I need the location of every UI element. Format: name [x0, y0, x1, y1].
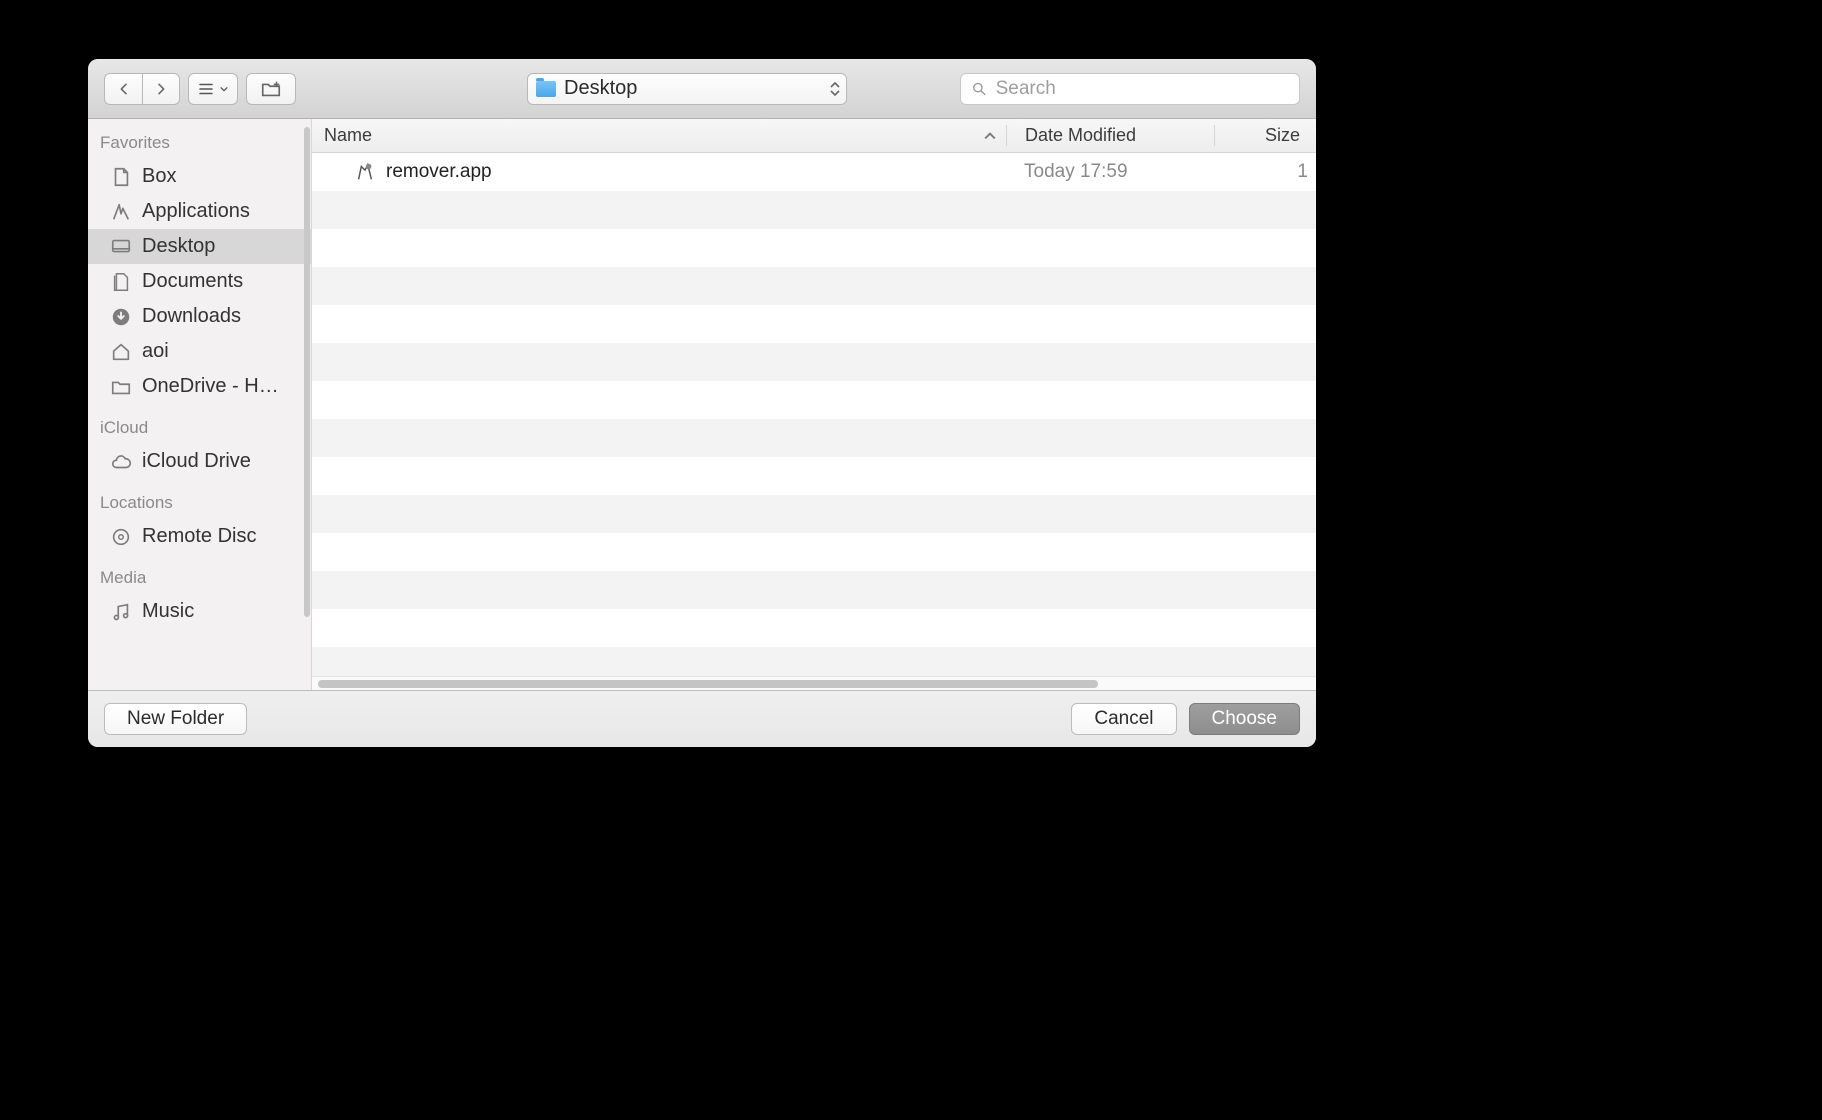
empty-row	[312, 305, 1316, 343]
sidebar-section-title: Locations	[88, 479, 311, 519]
sidebar-item-label: OneDrive - H…	[142, 375, 279, 398]
open-panel: Desktop Favorites Box Applications Desktop D…	[88, 59, 1316, 747]
empty-row	[312, 495, 1316, 533]
empty-row	[312, 457, 1316, 495]
horizontal-scrollbar-track[interactable]	[312, 676, 1316, 690]
sidebar-item-label: Desktop	[142, 235, 215, 258]
sidebar-item-label: Box	[142, 165, 176, 188]
search-field[interactable]	[960, 73, 1300, 105]
file-rows: remover.app Today 17:591	[312, 153, 1316, 676]
empty-row	[312, 609, 1316, 647]
nav-group	[104, 73, 180, 105]
home-icon	[110, 341, 132, 363]
body: Favorites Box Applications Desktop Documents…	[88, 119, 1316, 691]
cloud-icon	[110, 451, 132, 473]
sidebar-item-downloads[interactable]: Downloads	[88, 299, 311, 334]
empty-row	[312, 571, 1316, 609]
file-row[interactable]: remover.app Today 17:591	[312, 153, 1316, 191]
sidebar-item-label: iCloud Drive	[142, 450, 251, 473]
sidebar-item-onedrive-h-[interactable]: OneDrive - H…	[88, 369, 311, 404]
sidebar-scrollbar[interactable]	[304, 127, 310, 617]
group-button[interactable]	[246, 73, 296, 105]
file-list-area: Name Date Modified Size remover.app Today…	[312, 119, 1316, 690]
chevron-right-icon	[153, 81, 169, 97]
sidebar-item-box[interactable]: Box	[88, 159, 311, 194]
sidebar-item-applications[interactable]: Applications	[88, 194, 311, 229]
sidebar-item-music[interactable]: Music	[88, 594, 311, 629]
folder-icon	[536, 81, 556, 97]
empty-row	[312, 343, 1316, 381]
choose-button[interactable]: Choose	[1189, 703, 1301, 735]
toolbar: Desktop	[88, 59, 1316, 119]
sidebar-item-label: Applications	[142, 200, 250, 223]
file-name: remover.app	[386, 161, 492, 183]
horizontal-scrollbar-thumb[interactable]	[318, 680, 1098, 688]
path-dropdown[interactable]: Desktop	[527, 73, 847, 105]
apps-icon	[110, 201, 132, 223]
new-folder-button[interactable]: New Folder	[104, 703, 247, 735]
sidebar-item-label: Downloads	[142, 305, 241, 328]
folder-icon	[110, 376, 132, 398]
sidebar-item-remote-disc[interactable]: Remote Disc	[88, 519, 311, 554]
list-view-icon	[197, 80, 215, 98]
empty-row	[312, 267, 1316, 305]
chevron-down-icon	[219, 84, 229, 94]
sort-ascending-icon	[984, 129, 996, 143]
footer: New Folder Cancel Choose	[88, 691, 1316, 747]
empty-row	[312, 419, 1316, 457]
column-header-size[interactable]: Size	[1214, 125, 1316, 146]
sidebar: Favorites Box Applications Desktop Documents…	[88, 119, 312, 690]
downloads-icon	[110, 306, 132, 328]
folder-plus-icon	[260, 78, 282, 100]
sidebar-item-label: aoi	[142, 340, 169, 363]
column-name-label: Name	[324, 125, 372, 146]
cancel-button[interactable]: Cancel	[1071, 703, 1176, 735]
sidebar-item-desktop[interactable]: Desktop	[88, 229, 311, 264]
app-icon	[354, 161, 376, 183]
empty-row	[312, 229, 1316, 267]
disc-icon	[110, 526, 132, 548]
search-icon	[971, 80, 988, 98]
sidebar-section-title: iCloud	[88, 404, 311, 444]
empty-row	[312, 191, 1316, 229]
file-date: Today 17:59	[1006, 161, 1214, 183]
chevron-left-icon	[116, 81, 132, 97]
forward-button[interactable]	[142, 73, 180, 105]
sidebar-item-label: Music	[142, 600, 194, 623]
sidebar-item-documents[interactable]: Documents	[88, 264, 311, 299]
empty-row	[312, 647, 1316, 676]
back-button[interactable]	[104, 73, 142, 105]
view-mode-button[interactable]	[188, 73, 238, 105]
path-label: Desktop	[564, 77, 637, 100]
file-size: 1	[1214, 161, 1316, 183]
empty-row	[312, 533, 1316, 571]
sidebar-item-label: Documents	[142, 270, 243, 293]
search-input[interactable]	[996, 78, 1289, 100]
column-headers: Name Date Modified Size	[312, 119, 1316, 153]
column-header-name[interactable]: Name	[312, 125, 1006, 146]
sidebar-item-label: Remote Disc	[142, 525, 256, 548]
doc-icon	[110, 166, 132, 188]
desktop-icon	[110, 236, 132, 258]
updown-caret-icon	[830, 82, 840, 96]
empty-row	[312, 381, 1316, 419]
sidebar-section-title: Media	[88, 554, 311, 594]
sidebar-item-aoi[interactable]: aoi	[88, 334, 311, 369]
sidebar-section-title: Favorites	[88, 119, 311, 159]
music-icon	[110, 601, 132, 623]
docs-icon	[110, 271, 132, 293]
column-header-date[interactable]: Date Modified	[1006, 125, 1214, 146]
sidebar-item-icloud-drive[interactable]: iCloud Drive	[88, 444, 311, 479]
